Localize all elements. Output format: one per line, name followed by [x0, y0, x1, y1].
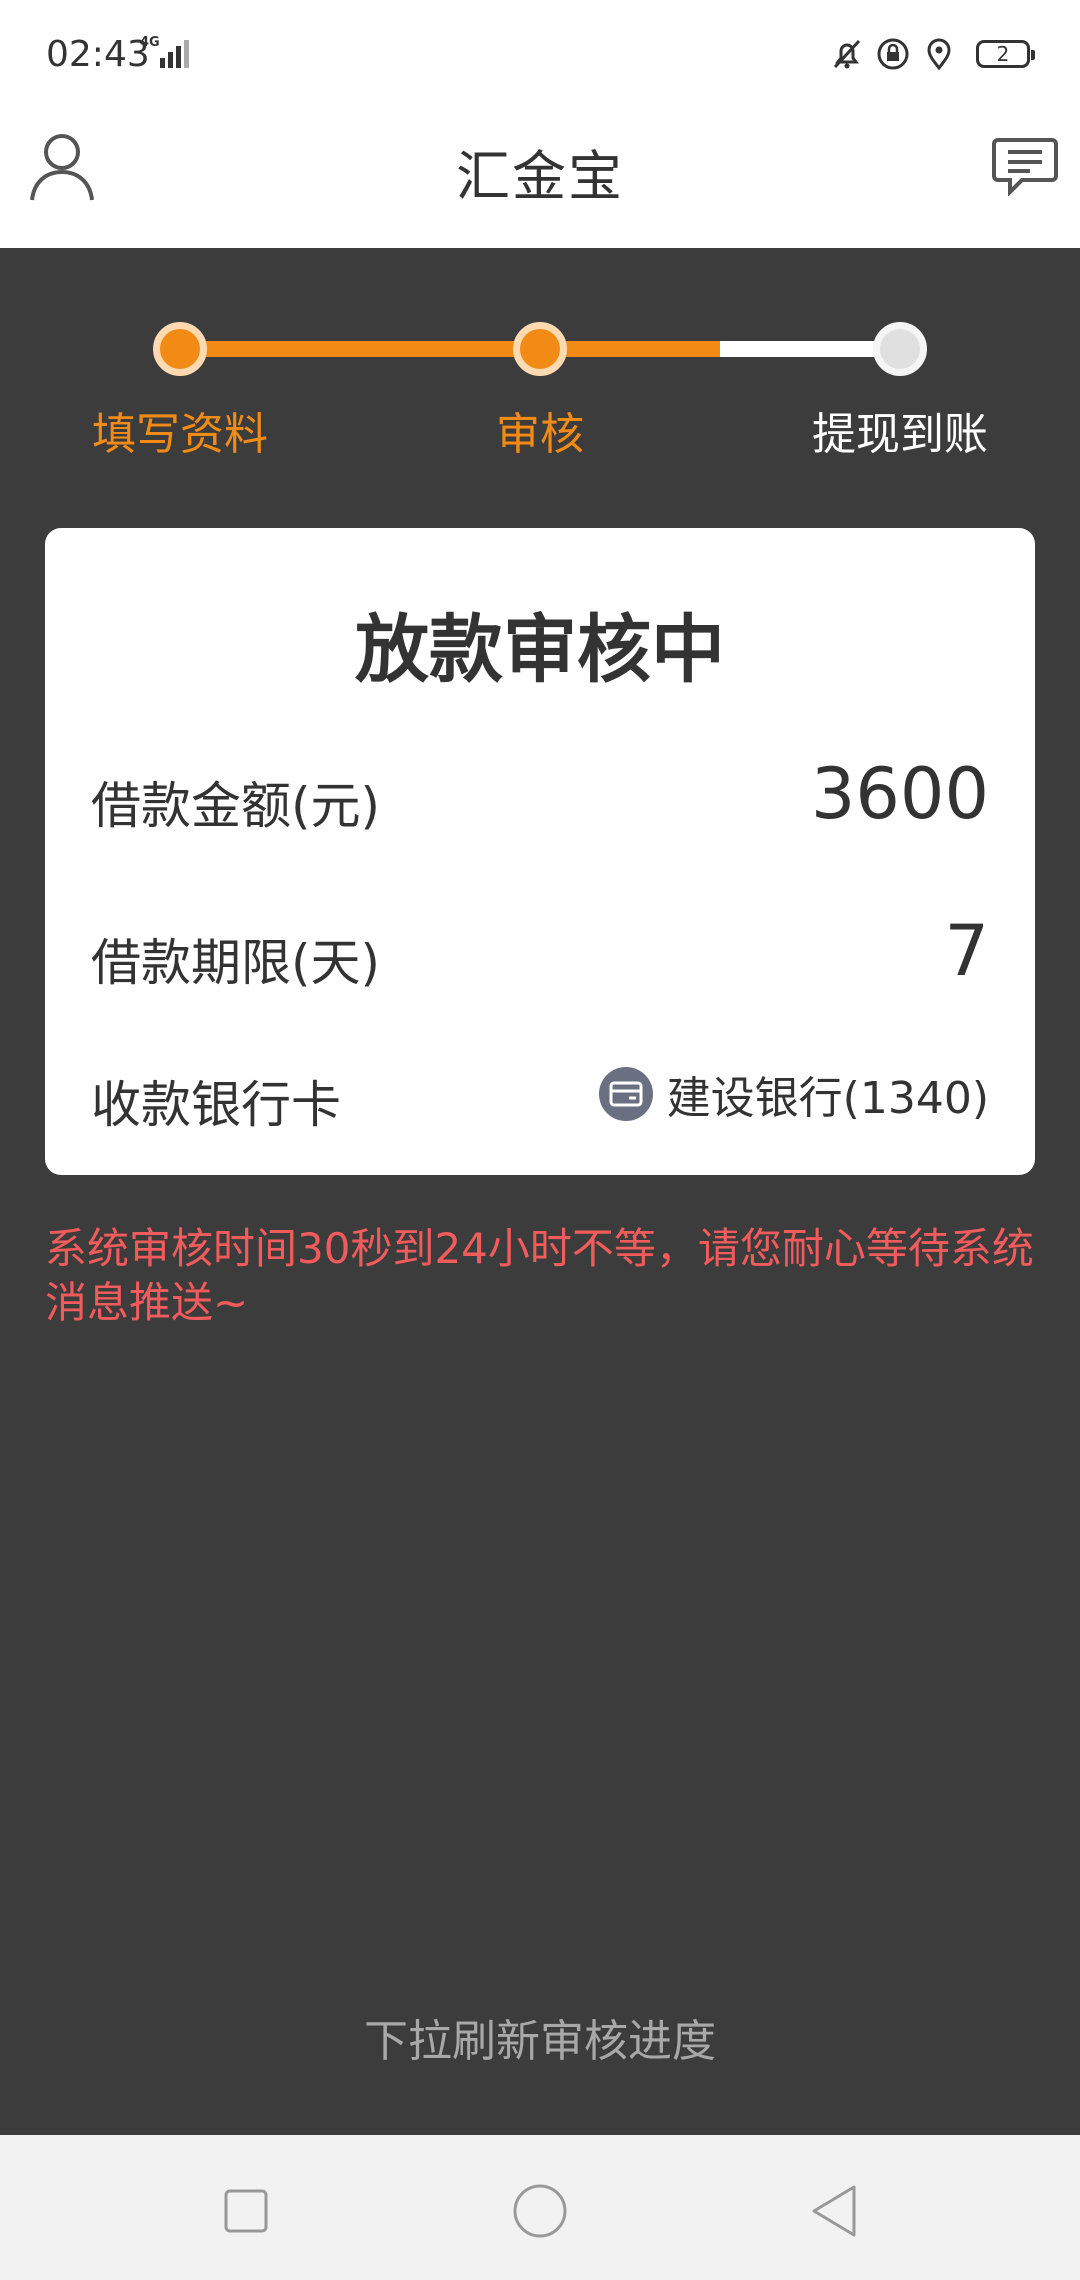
back-icon[interactable]	[806, 2183, 862, 2239]
recent-apps-icon[interactable]	[218, 2183, 274, 2239]
loan-term-value: 7	[944, 910, 989, 992]
step-dot-1	[153, 322, 207, 376]
system-nav-bar	[0, 2135, 1080, 2280]
bank-name: 建设银行(1340)	[666, 1073, 989, 1124]
location-icon	[927, 38, 951, 71]
bank-card-icon	[598, 1067, 653, 1121]
loan-amount-label: 借款金额(元)	[91, 777, 381, 835]
battery-level: 2	[996, 42, 1010, 66]
status-icons: 2	[830, 34, 1035, 74]
signal-icon	[160, 40, 189, 68]
loan-status-card: 放款审核中 借款金额(元) 3600 借款期限(天) 7 收款银行卡 建设银行(…	[45, 528, 1035, 1175]
pull-to-refresh-hint: 下拉刷新审核进度	[364, 2016, 716, 2067]
network-type: 4G	[140, 35, 160, 50]
home-icon[interactable]	[512, 2183, 568, 2239]
review-notice: 系统审核时间30秒到24小时不等，请您耐心等待系统消息推送~	[45, 1224, 1034, 1327]
app-screen: 02:43 4G 2 汇金宝 填写资料 审核 提现到账 放款审核中 借款金额(元…	[0, 0, 1080, 2280]
progress-line-done	[180, 341, 720, 357]
message-icon[interactable]	[992, 136, 1058, 196]
step-dot-3	[873, 322, 927, 376]
lock-rotation-icon	[877, 38, 909, 70]
page-title: 汇金宝	[456, 145, 624, 208]
status-bar: 02:43 4G 2	[0, 0, 1080, 110]
step-label-3: 提现到账	[812, 409, 988, 460]
step-label-1: 填写资料	[92, 409, 268, 460]
bell-off-icon	[833, 39, 861, 69]
app-header: 汇金宝	[0, 110, 1080, 248]
loan-amount-value: 3600	[810, 753, 989, 835]
bank-card-label: 收款银行卡	[91, 1076, 341, 1134]
card-title: 放款审核中	[355, 607, 725, 693]
status-time: 02:43	[46, 34, 150, 75]
battery-icon: 2	[976, 40, 1035, 68]
progress-steps: 填写资料 审核 提现到账	[0, 320, 1080, 460]
bank-card-value: 建设银行(1340)	[598, 1062, 989, 1126]
loan-term-label: 借款期限(天)	[91, 934, 381, 992]
step-dot-2	[513, 322, 567, 376]
step-label-2: 审核	[496, 409, 584, 460]
